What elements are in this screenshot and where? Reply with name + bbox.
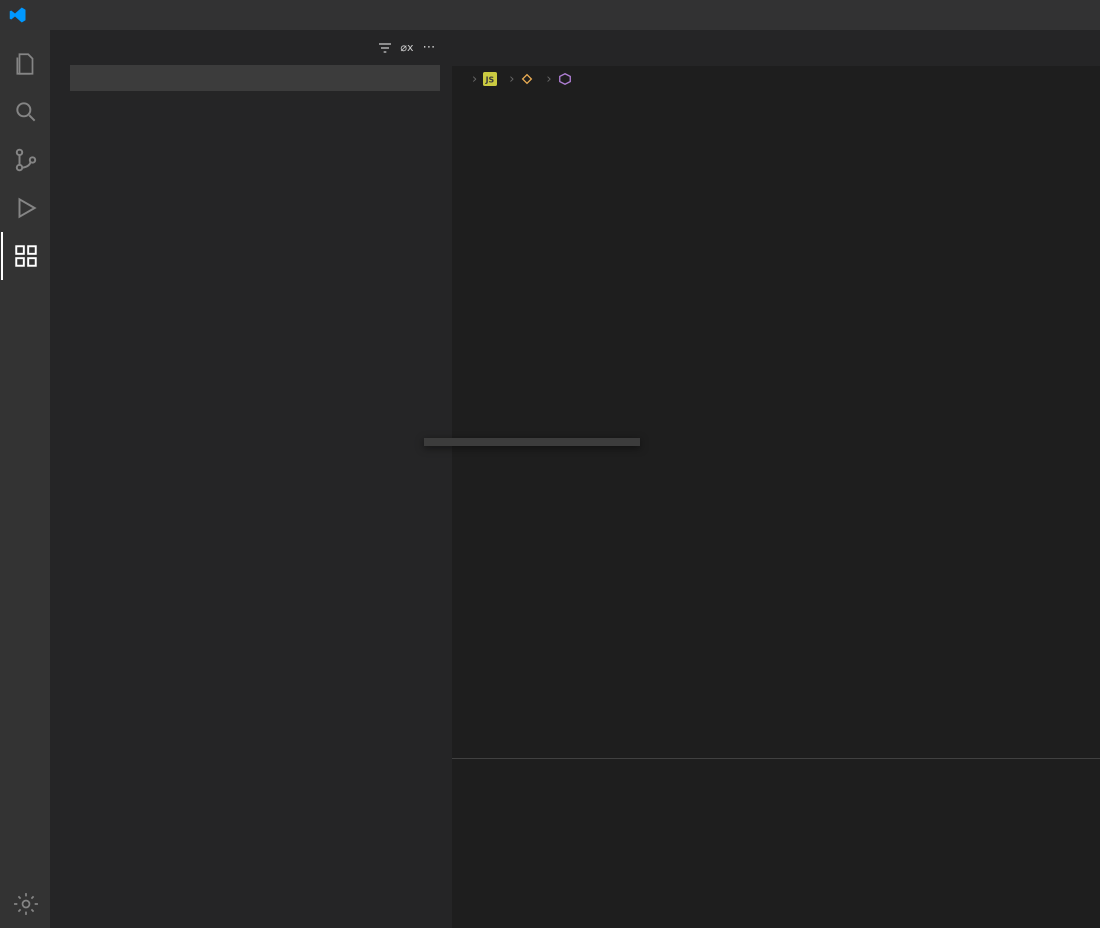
clear-filter-icon[interactable]: ⌀x (396, 41, 418, 54)
filter-icon[interactable] (374, 40, 396, 56)
search-input[interactable] (78, 71, 432, 86)
editor-area: › JS › › (452, 30, 1100, 928)
code-editor[interactable] (452, 92, 1100, 758)
bottom-panel (452, 758, 1100, 928)
js-file-icon: JS (483, 72, 497, 86)
search-icon[interactable] (1, 88, 49, 136)
settings-gear-icon[interactable] (1, 880, 49, 928)
vscode-logo-icon (8, 5, 28, 25)
extensions-icon[interactable] (1, 232, 49, 280)
terminal-body[interactable] (452, 791, 1100, 928)
breadcrumbs[interactable]: › JS › › (452, 66, 1100, 92)
extension-context-menu (424, 438, 640, 446)
explorer-icon[interactable] (1, 40, 49, 88)
editor-tabs (452, 30, 1100, 66)
svg-text:JS: JS (485, 76, 495, 85)
search-extensions-input[interactable] (70, 65, 440, 91)
activity-bar (0, 30, 50, 928)
more-actions-icon[interactable]: ⋯ (418, 40, 440, 55)
extensions-sidebar: ⌀x ⋯ (50, 30, 452, 928)
method-icon (558, 72, 572, 86)
source-control-icon[interactable] (1, 136, 49, 184)
class-icon (520, 72, 534, 86)
run-debug-icon[interactable] (1, 184, 49, 232)
menubar (0, 0, 1100, 30)
